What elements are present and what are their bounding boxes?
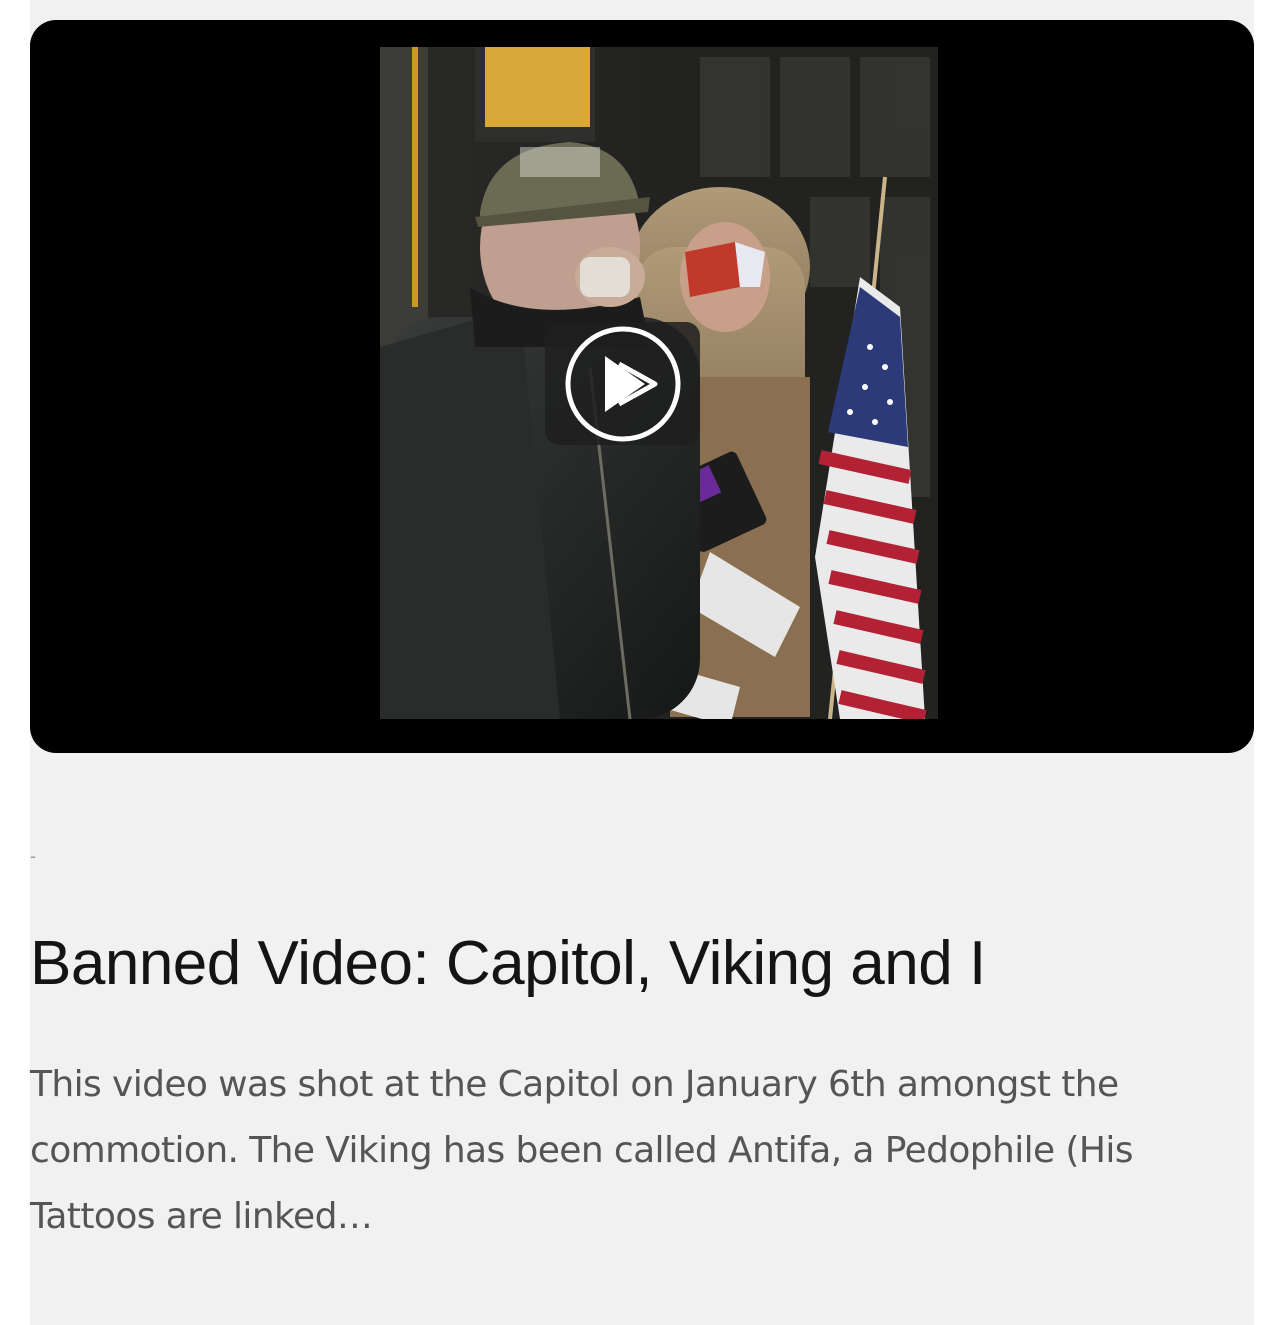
article-excerpt: This video was shot at the Capitol on Ja…: [30, 1064, 1133, 1237]
play-icon: [565, 326, 680, 441]
post-meta: -: [30, 846, 36, 866]
article-title[interactable]: Banned Video: Capitol, Viking and I: [30, 928, 1250, 1000]
video-player[interactable]: [30, 20, 1254, 753]
play-button[interactable]: [545, 322, 700, 445]
